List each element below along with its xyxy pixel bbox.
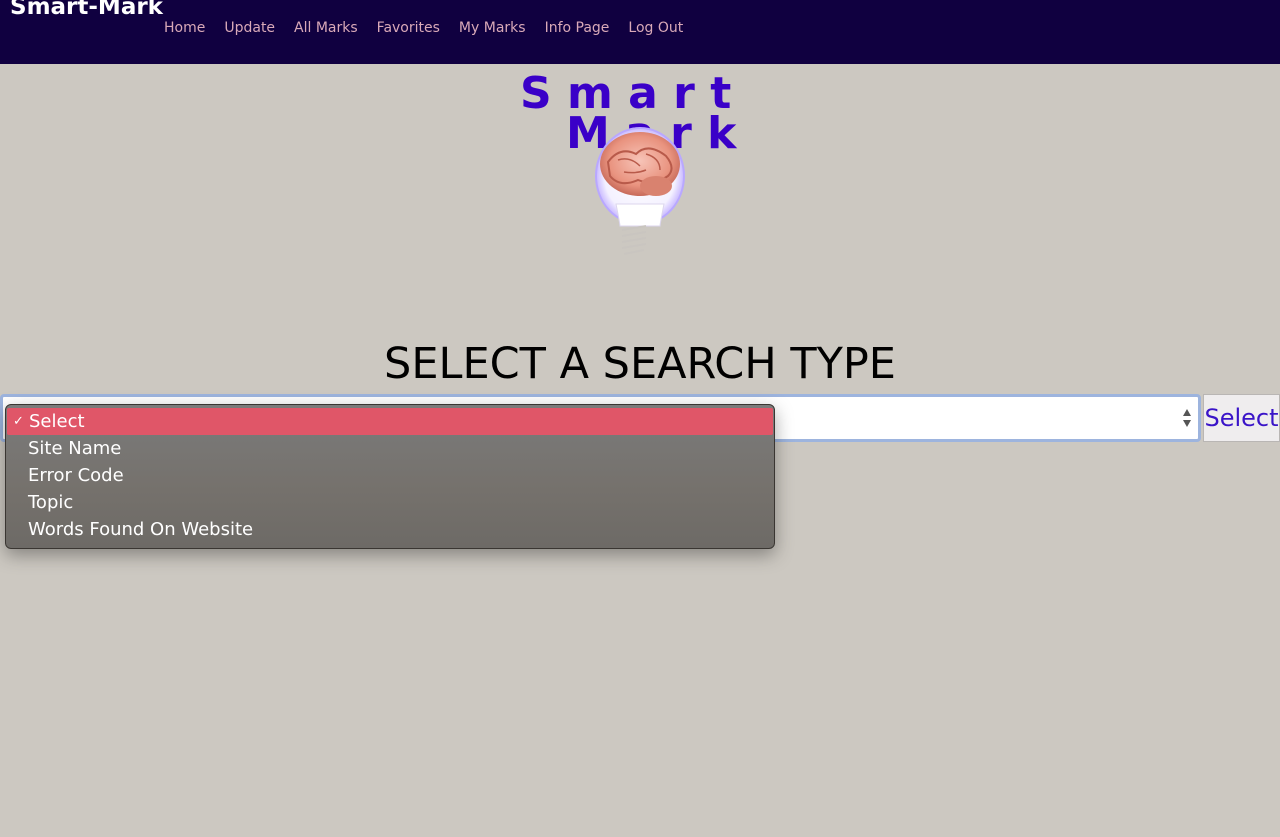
- top-navbar: Smart-Mark Home Update All Marks Favorit…: [0, 0, 1280, 64]
- option-topic[interactable]: Topic: [6, 489, 774, 516]
- nav-link-info-page[interactable]: Info Page: [545, 20, 610, 36]
- nav-link-all-marks[interactable]: All Marks: [294, 20, 358, 36]
- nav-link-my-marks[interactable]: My Marks: [459, 20, 526, 36]
- checkmark-icon: ✓: [13, 414, 24, 429]
- option-site-name[interactable]: Site Name: [6, 435, 774, 462]
- select-arrows-icon: [1183, 409, 1191, 427]
- lightbulb-brain-icon: S m a r t M a r k: [520, 68, 738, 255]
- page-title: SELECT A SEARCH TYPE: [384, 339, 896, 389]
- nav-link-update[interactable]: Update: [224, 20, 275, 36]
- option-words-found-on-website[interactable]: Words Found On Website: [6, 516, 774, 543]
- nav-link-home[interactable]: Home: [164, 20, 205, 36]
- option-label: Select: [29, 411, 85, 432]
- nav-link-log-out[interactable]: Log Out: [628, 20, 683, 36]
- nav-link-favorites[interactable]: Favorites: [377, 20, 440, 36]
- brand-name[interactable]: Smart-Mark: [10, 0, 163, 20]
- smart-mark-logo: S m a r t M a r k: [470, 64, 830, 334]
- search-type-dropdown: ✓ Select Site Name Error Code Topic Word…: [5, 404, 775, 549]
- option-select[interactable]: ✓ Select: [7, 408, 773, 435]
- nav-links: Home Update All Marks Favorites My Marks…: [164, 20, 702, 36]
- select-submit-button[interactable]: Select: [1203, 394, 1280, 442]
- option-error-code[interactable]: Error Code: [6, 462, 774, 489]
